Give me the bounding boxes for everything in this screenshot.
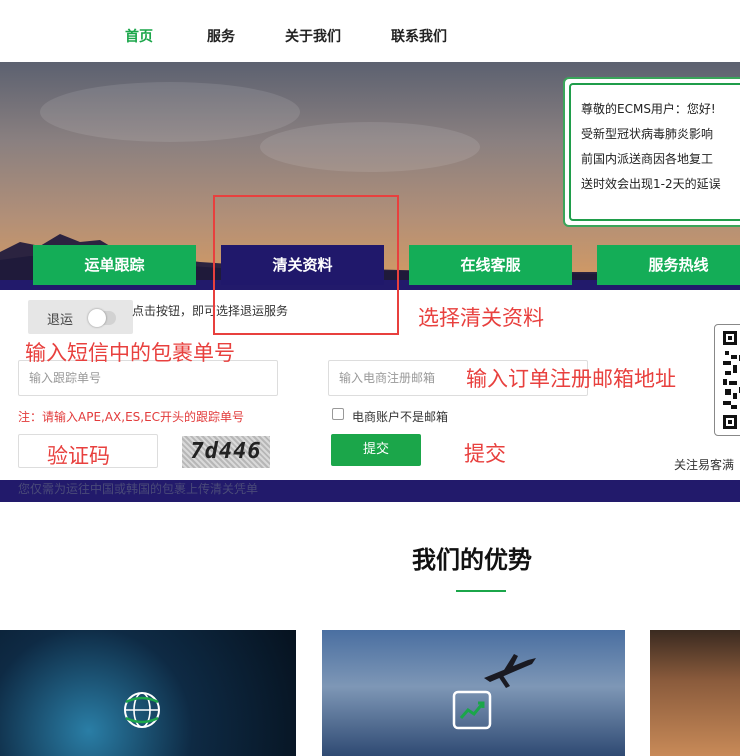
advantage-card-network	[0, 630, 296, 756]
notice-card: 尊敬的ECMS用户：您好! 受新型冠状病毒肺炎影响 前国内派送商因各地复工 送时…	[563, 77, 740, 227]
cloud-shape	[40, 82, 300, 142]
annotation-select-docs: 选择清关资料	[418, 306, 544, 330]
qr-code-label: 关注易客满	[674, 458, 735, 472]
submit-button[interactable]: 提交	[331, 434, 421, 466]
notice-line: 尊敬的ECMS用户：您好!	[581, 102, 716, 116]
return-toggle-box	[28, 300, 133, 334]
annotation-enter-email: 输入订单注册邮箱地址	[466, 367, 676, 391]
notice-line: 受新型冠状病毒肺炎影响	[581, 127, 714, 141]
nav-services[interactable]: 服务	[207, 26, 235, 46]
annotation-highlight-box	[213, 195, 399, 335]
advantages-title: 我们的优势	[412, 546, 532, 574]
advantages-underline	[456, 590, 506, 592]
tab-tracking[interactable]: 运单跟踪	[33, 245, 196, 285]
annotation-enter-tracking: 输入短信中的包裹单号	[25, 341, 235, 365]
qr-code	[714, 324, 740, 436]
annotation-submit: 提交	[464, 442, 506, 466]
cloud-shape	[260, 122, 480, 172]
return-toggle-label: 退运	[47, 313, 74, 328]
not-email-checkbox-label: 电商账户不是邮箱	[352, 410, 449, 424]
tab-hotline[interactable]: 服务热线	[597, 245, 740, 285]
notice-line: 送时效会出现1-2天的延误	[581, 177, 721, 191]
annotation-captcha: 验证码	[47, 444, 110, 468]
tab-online-service[interactable]: 在线客服	[409, 245, 572, 285]
return-toggle-switch[interactable]	[88, 309, 116, 327]
nav-contact[interactable]: 联系我们	[391, 26, 447, 46]
globe-icon	[124, 692, 160, 728]
nav-home[interactable]: 首页	[125, 26, 153, 46]
upload-hint-text: 您仅需为运往中国或韩国的包裹上传清关凭单	[18, 482, 259, 496]
toggle-knob	[88, 309, 106, 327]
nav-about[interactable]: 关于我们	[285, 26, 341, 46]
growth-chart-icon	[452, 690, 492, 730]
tracking-number-note: 注：请输入APE,AX,ES,EC开头的跟踪单号	[18, 410, 245, 424]
top-nav: 首页 服务 关于我们 联系我们	[0, 0, 740, 62]
not-email-checkbox[interactable]	[332, 408, 344, 420]
captcha-image[interactable]: 7d446	[182, 436, 270, 468]
advantage-card-efficiency	[322, 630, 625, 756]
notice-line: 前国内派送商因各地复工	[581, 152, 714, 166]
qr-code-pattern	[723, 331, 740, 429]
airplane-icon	[484, 654, 536, 688]
advantage-card-warehouse	[650, 630, 740, 756]
